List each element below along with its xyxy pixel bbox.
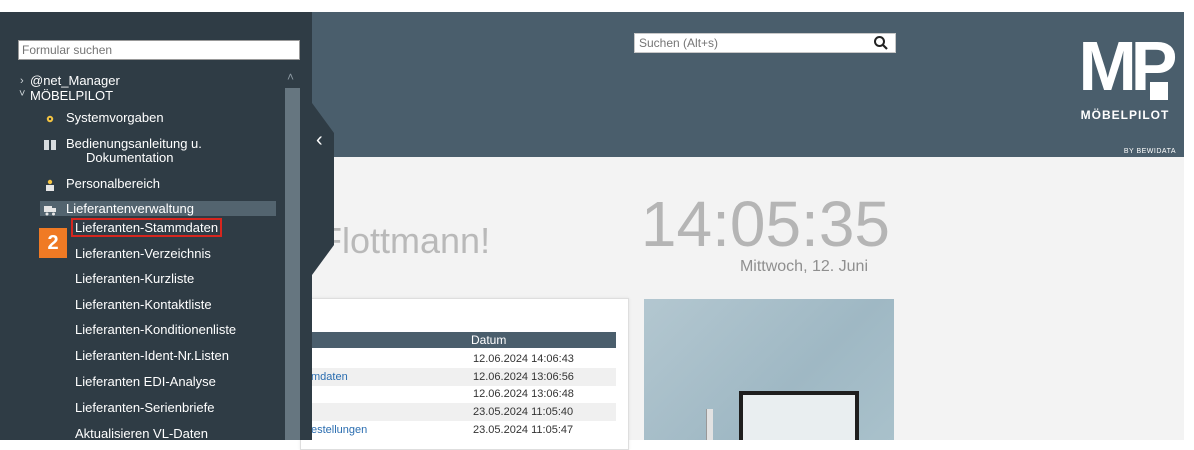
table-row[interactable]: 12.06.2024 14:06:43: [311, 350, 616, 368]
tree-node-lieferantenverwaltung[interactable]: Lieferantenverwaltung: [66, 201, 194, 216]
logo-byline: BY BEWIDATA: [1123, 148, 1176, 155]
right-edge: [1184, 12, 1194, 440]
row-date: 12.06.2024 14:06:43: [473, 353, 574, 365]
sidebar-item-lieferanten-ident-nr-listen[interactable]: Lieferanten-Ident-Nr.Listen: [75, 348, 229, 363]
row-link[interactable]: mdaten: [311, 368, 348, 386]
photo-frame: [739, 391, 859, 440]
sidebar-item-lieferanten-kontaktliste[interactable]: Lieferanten-Kontaktliste: [75, 297, 212, 312]
chevron-left-icon[interactable]: ‹: [316, 130, 323, 150]
tree-node-bedienung-line2[interactable]: Dokumentation: [86, 150, 173, 165]
form-search-box[interactable]: [18, 40, 300, 60]
sidebar-item-lieferanten-kurzliste[interactable]: Lieferanten-Kurzliste: [75, 271, 194, 286]
global-search-box[interactable]: [634, 33, 896, 53]
book-icon: [44, 140, 56, 150]
table-header: Datum: [311, 332, 616, 348]
person-icon: [46, 179, 54, 191]
tree-node-personalbereich[interactable]: Personalbereich: [66, 176, 160, 191]
row-date: 12.06.2024 13:06:56: [473, 371, 574, 383]
tree-node-systemvorgaben[interactable]: Systemvorgaben: [66, 110, 164, 125]
top-margin: [0, 0, 1194, 12]
row-date: 12.06.2024 13:06:48: [473, 388, 574, 400]
sidebar-item-lieferanten-verzeichnis[interactable]: Lieferanten-Verzeichnis: [75, 246, 211, 261]
sidebar-item-lieferanten-konditionenliste[interactable]: Lieferanten-Konditionenliste: [75, 322, 236, 337]
sidebar-item-lieferanten-serienbriefe[interactable]: Lieferanten-Serienbriefe: [75, 400, 214, 415]
chevron-right-icon[interactable]: ›: [20, 75, 24, 87]
tree-node-manager[interactable]: @net_Manager: [30, 73, 120, 88]
form-search-input[interactable]: [19, 41, 295, 59]
table-row[interactable]: 12.06.2024 13:06:48: [311, 385, 616, 403]
search-icon[interactable]: [873, 35, 889, 51]
row-date: 23.05.2024 11:05:40: [473, 406, 574, 418]
sidebar-scrollbar-thumb[interactable]: [285, 88, 300, 440]
chevron-down-icon[interactable]: ˅: [19, 88, 25, 100]
sidebar-item-lieferanten-stammdaten[interactable]: Lieferanten-Stammdaten: [70, 218, 223, 237]
tree-node-bedienung[interactable]: Bedienungsanleitung u.: [66, 136, 202, 151]
step-badge: 2: [39, 228, 67, 258]
logo-brand: MÖBELPILOT: [1080, 108, 1170, 122]
moebelpilot-logo: MP MÖBELPILOT BY BEWIDATA: [1070, 30, 1180, 160]
sidebar-item-lieferanten-edi-analyse[interactable]: Lieferanten EDI-Analyse: [75, 374, 216, 389]
row-date: 23.05.2024 11:05:47: [473, 424, 574, 436]
tree-node-moebelpilot[interactable]: MÖBELPILOT: [30, 88, 113, 103]
table-row[interactable]: mdaten 12.06.2024 13:06:56: [311, 368, 616, 386]
clock: 14:05:35: [640, 188, 890, 260]
table-row[interactable]: estellungen 23.05.2024 11:05:47: [311, 421, 616, 439]
global-search-input[interactable]: [635, 34, 875, 52]
table-row[interactable]: 23.05.2024 11:05:40: [311, 403, 616, 421]
truck-icon: [44, 206, 56, 216]
photo-lamp: [706, 409, 713, 440]
recent-forms-card: Datum 12.06.2024 14:06:43 mdaten 12.06.2…: [300, 298, 629, 450]
dashboard-photo: [644, 299, 894, 440]
sidebar-item-aktualisieren-vl-daten[interactable]: Aktualisieren VL-Daten: [75, 426, 208, 441]
column-date: Datum: [471, 333, 507, 347]
gear-icon: [46, 115, 54, 123]
welcome-greeting: Flottmann!: [320, 220, 491, 261]
current-date: Mittwoch, 12. Juni: [739, 258, 868, 275]
row-link[interactable]: estellungen: [311, 421, 367, 439]
chevron-up-icon[interactable]: ˄: [287, 70, 294, 84]
logo-dot: [1150, 82, 1168, 100]
